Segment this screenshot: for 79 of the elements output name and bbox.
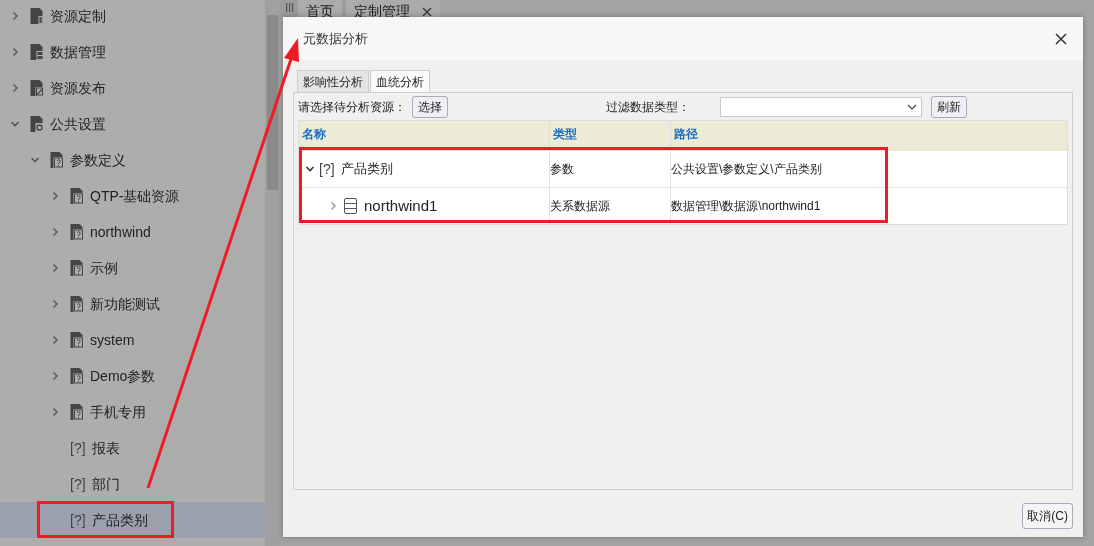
tree-item-label: 资源发布: [50, 78, 106, 98]
tree-item-label: 新功能测试: [90, 294, 160, 314]
tree-item-label: 产品类别: [91, 510, 148, 530]
field-label: 请选择待分析资源：: [298, 99, 406, 116]
tab[interactable]: 血统分析: [370, 70, 430, 92]
tree-item[interactable]: 手机专用: [0, 394, 265, 430]
chevron-right-icon[interactable]: [50, 227, 60, 237]
chevron-right-icon[interactable]: [10, 11, 20, 21]
parameter-folder-icon: [70, 296, 84, 312]
chevron-right-icon[interactable]: [50, 299, 60, 309]
parameter-folder-icon: [70, 332, 84, 348]
column-header[interactable]: 路径: [671, 121, 1067, 150]
tree-item[interactable]: 新功能测试: [0, 286, 265, 322]
dropdown-field[interactable]: [720, 97, 922, 117]
parameter-folder-icon: [70, 188, 84, 204]
table-cell-text: northwind1: [364, 195, 438, 216]
chevron-down-icon: [907, 104, 917, 110]
tree-item-label: 资源定制: [50, 6, 106, 26]
tree-item[interactable]: system: [0, 322, 265, 358]
tree-item-label: 公共设置: [50, 114, 106, 134]
field-label: 过滤数据类型：: [606, 99, 690, 116]
chevron-right-icon[interactable]: [50, 335, 60, 345]
parameter-folder-icon: [70, 260, 84, 276]
database-document-icon: [30, 44, 44, 60]
table-cell-text: 公共设置\参数定义\产品类别: [671, 161, 823, 178]
tree-item-label: 参数定义: [70, 150, 126, 170]
tree-item[interactable]: 示例: [0, 250, 265, 286]
question-mark-icon: [?]: [70, 473, 86, 495]
tree-item-label: Demo参数: [90, 366, 156, 386]
tree-item-label: 数据管理: [50, 42, 106, 62]
tree-item[interactable]: [?] 报表: [0, 430, 265, 466]
tree-item[interactable]: northwind: [0, 214, 265, 250]
chevron-right-icon[interactable]: [10, 47, 20, 57]
tree-item-label: system: [90, 330, 135, 350]
close-icon[interactable]: [422, 7, 432, 17]
menu-icon[interactable]: [286, 0, 294, 12]
tree-item[interactable]: Demo参数: [0, 358, 265, 394]
chevron-right-icon[interactable]: [10, 83, 20, 93]
parameter-folder-icon: [70, 404, 84, 420]
tree-item[interactable]: 公共设置: [0, 106, 265, 142]
close-icon[interactable]: [1055, 32, 1067, 45]
dialog-title: 元数据分析: [303, 29, 368, 48]
cancel-button[interactable]: 取消(C): [1022, 503, 1073, 529]
tree-item[interactable]: 资源发布: [0, 70, 265, 106]
refresh-button[interactable]: 刷新: [931, 96, 967, 118]
chevron-right-icon[interactable]: [50, 371, 60, 381]
gear-document-icon: [30, 116, 44, 132]
document-icon: [30, 8, 44, 24]
tree-item-label: 部门: [91, 474, 120, 494]
table-cell-text: 数据管理\数据源\northwind1: [671, 198, 822, 215]
tree-item[interactable]: QTP-基础资源: [0, 178, 265, 214]
tree-item[interactable]: [?] 部门: [0, 466, 265, 502]
question-mark-icon: [?]: [70, 437, 86, 459]
parameter-folder-icon: [70, 368, 84, 384]
parameter-folder-icon: [70, 224, 84, 240]
scrollbar-thumb[interactable]: [267, 15, 278, 190]
chevron-right-icon[interactable]: [50, 407, 60, 417]
tree-item-label: 示例: [90, 258, 118, 278]
chevron-down-icon[interactable]: [305, 164, 315, 174]
tree-item[interactable]: 参数定义: [0, 142, 265, 178]
tab[interactable]: 影响性分析: [297, 70, 369, 92]
tree-item-label: 手机专用: [90, 402, 146, 422]
chevron-right-icon[interactable]: [50, 191, 60, 201]
question-mark-icon: [?]: [70, 509, 86, 531]
tree-item[interactable]: [?] 产品类别: [0, 502, 265, 538]
tree-item[interactable]: 资源定制: [0, 0, 265, 34]
tree-item-label: northwind: [90, 222, 151, 242]
table-cell: 关系数据源: [550, 188, 671, 224]
table-cell-text: 产品类别: [340, 160, 393, 179]
tree-item[interactable]: 数据管理: [0, 34, 265, 70]
chevron-right-icon[interactable]: [328, 201, 338, 211]
question-mark-icon: [?]: [319, 158, 335, 180]
tree-item-label: QTP-基础资源: [90, 186, 180, 206]
parameter-folder-icon: [50, 152, 64, 168]
tree-item-label: 报表: [91, 438, 120, 458]
chevron-right-icon[interactable]: [50, 263, 60, 273]
select-button[interactable]: 选择: [412, 96, 448, 118]
edit-document-icon: [30, 80, 44, 96]
table-icon: [344, 198, 357, 214]
